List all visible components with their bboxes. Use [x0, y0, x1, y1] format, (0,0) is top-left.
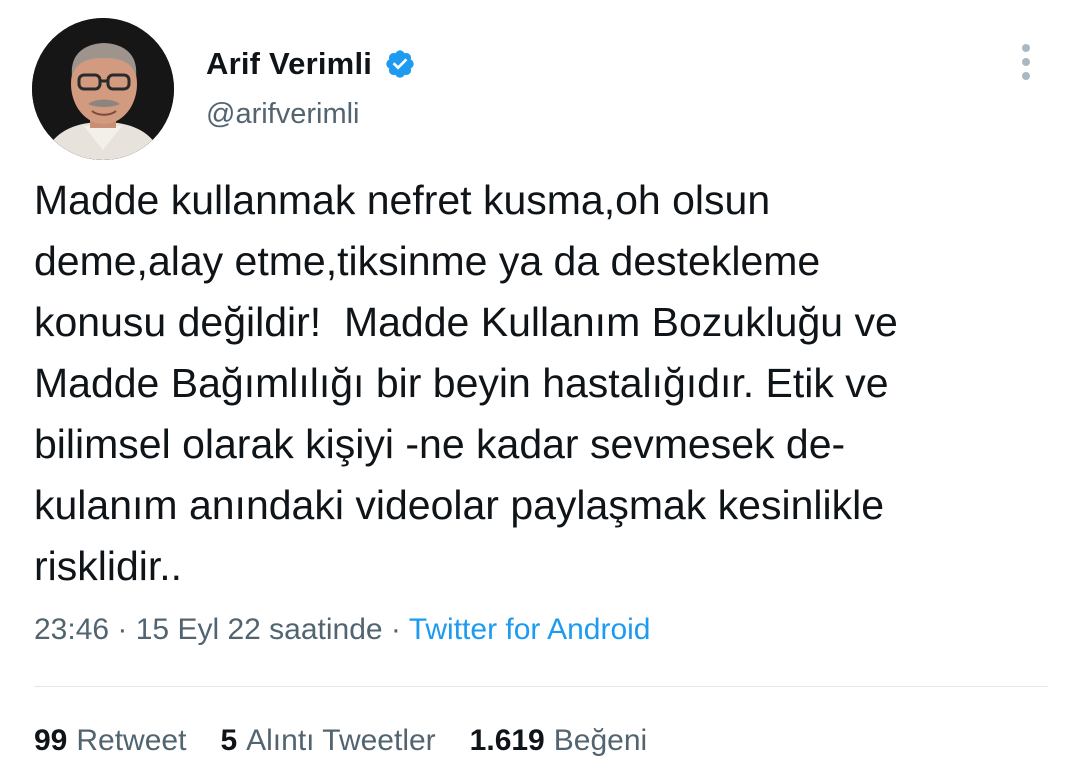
tweet-text-line: risklidir.. — [34, 543, 183, 589]
retweets-stat[interactable]: 99 Retweet — [34, 724, 186, 758]
tweet-stats: 99 Retweet 5 Alıntı Tweetler 1.619 Beğeni — [34, 724, 681, 758]
tweet-meta: 23:46 · 15 Eyl 22 saatinde · Twitter for… — [34, 613, 651, 647]
quotes-stat[interactable]: 5 Alıntı Tweetler — [220, 724, 435, 758]
meta-separator: · — [109, 613, 136, 646]
tweet-text-line: kulanım anındaki videolar paylaşmak kesi… — [34, 482, 885, 528]
user-handle[interactable]: @arifverimli — [206, 98, 360, 131]
like-count: 1.619 — [469, 724, 545, 757]
divider — [34, 686, 1048, 687]
profile-photo — [32, 18, 174, 160]
tweet-date[interactable]: 15 Eyl 22 saatinde — [136, 613, 383, 646]
quote-label: Alıntı Tweetler — [246, 724, 436, 757]
tweet-text-line: Madde Bağımlılığı bir beyin hastalığıdır… — [34, 360, 889, 406]
likes-stat[interactable]: 1.619 Beğeni — [470, 724, 648, 758]
avatar[interactable] — [32, 18, 174, 160]
tweet-source-link[interactable]: Twitter for Android — [409, 613, 651, 646]
tweet-time[interactable]: 23:46 — [34, 613, 109, 646]
retweet-label: Retweet — [76, 724, 187, 757]
like-label: Beğeni — [553, 724, 648, 757]
display-name[interactable]: Arif Verimli — [206, 46, 372, 82]
more-vertical-icon[interactable] — [1016, 42, 1036, 82]
tweet-text-line: Madde kullanmak nefret kusma,oh olsun — [34, 177, 771, 223]
tweet-text-line: konusu değildir! Madde Kullanım Bozukluğ… — [34, 299, 898, 345]
tweet-text-line: bilimsel olarak kişiyi -ne kadar sevmese… — [34, 421, 846, 467]
tweet-text: Madde kullanmak nefret kusma,oh olsun de… — [34, 170, 1064, 597]
meta-separator: · — [382, 613, 409, 646]
verified-badge-icon — [384, 48, 416, 80]
tweet-text-line: deme,alay etme,tiksinme ya da destekleme — [34, 238, 821, 284]
author-name-row: Arif Verimli — [206, 42, 416, 86]
retweet-count: 99 — [34, 724, 68, 757]
quote-count: 5 — [220, 724, 238, 757]
